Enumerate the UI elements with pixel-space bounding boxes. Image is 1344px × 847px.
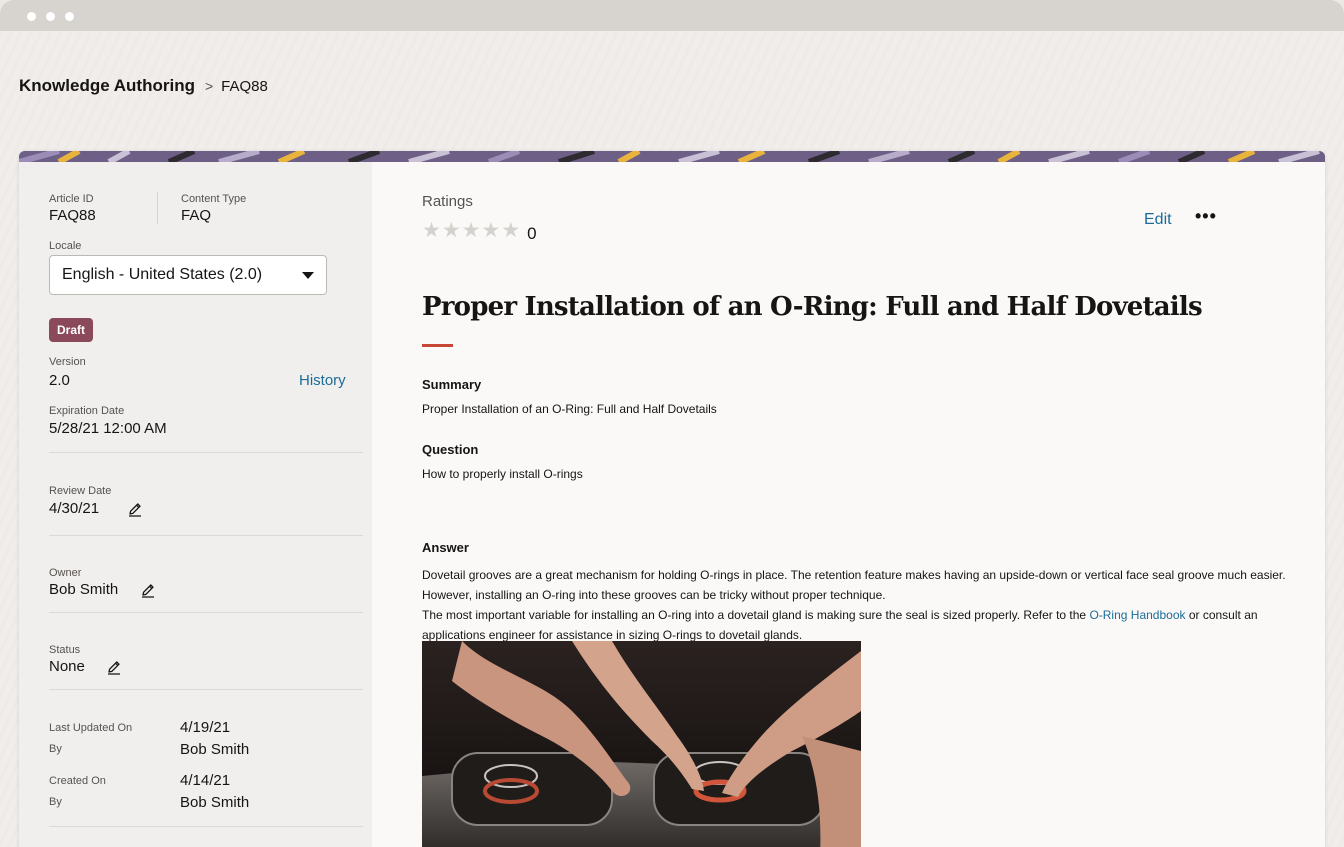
article-card: Article ID FAQ88 Content Type FAQ Locale…	[19, 151, 1325, 847]
rating-stars[interactable]: ★ ★ ★ ★ ★ 0	[422, 218, 537, 244]
rating-count: 0	[527, 224, 537, 243]
breadcrumb: Knowledge Authoring > FAQ88	[19, 76, 268, 96]
review-date-label: Review Date	[49, 485, 112, 497]
summary-text: Proper Installation of an O-Ring: Full a…	[422, 402, 717, 416]
created-by-value: Bob Smith	[180, 794, 250, 811]
edit-pencil-icon[interactable]	[127, 501, 143, 517]
breadcrumb-root-link[interactable]: Knowledge Authoring	[19, 76, 195, 96]
star-icon[interactable]: ★	[501, 220, 520, 242]
status-badge: Draft	[49, 318, 94, 342]
star-icon[interactable]: ★	[442, 220, 461, 242]
history-link[interactable]: History	[299, 372, 346, 389]
expiration-date-value: 5/28/21 12:00 AM	[49, 420, 167, 437]
question-heading: Question	[422, 442, 479, 457]
article-id-value: FAQ88	[49, 207, 96, 224]
locale-label: Locale	[49, 240, 82, 252]
window-dot-icon[interactable]	[46, 12, 55, 21]
title-accent-bar	[422, 344, 453, 347]
created-on-value: 4/14/21	[180, 772, 231, 789]
star-icon[interactable]: ★	[462, 220, 481, 242]
answer-paragraph: The most important variable for installi…	[422, 605, 1292, 645]
section-divider	[49, 535, 363, 536]
last-updated-value: 4/19/21	[180, 719, 231, 736]
decorative-banner	[19, 151, 1325, 162]
oring-installation-image	[422, 641, 861, 847]
locale-select[interactable]: English - United States (2.0)	[49, 255, 327, 295]
owner-value: Bob Smith	[49, 581, 119, 598]
caret-down-icon	[302, 271, 314, 279]
last-updated-label: Last Updated On	[49, 722, 133, 734]
expiration-date-label: Expiration Date	[49, 405, 125, 417]
question-text: How to properly install O-rings	[422, 467, 583, 481]
window-dot-icon[interactable]	[65, 12, 74, 21]
field-divider	[157, 192, 158, 224]
last-updated-by-label: By	[49, 743, 62, 755]
answer-body: Dovetail grooves are a great mechanism f…	[422, 565, 1292, 645]
last-updated-by-value: Bob Smith	[180, 741, 250, 758]
breadcrumb-current: FAQ88	[221, 78, 268, 95]
article-details-panel: Article ID FAQ88 Content Type FAQ Locale…	[19, 162, 372, 847]
version-value: 2.0	[49, 372, 70, 389]
section-divider	[49, 689, 363, 690]
edit-button[interactable]: Edit	[1144, 211, 1172, 229]
more-actions-button[interactable]: •••	[1195, 206, 1217, 227]
star-icon[interactable]: ★	[422, 220, 441, 242]
answer-heading: Answer	[422, 540, 469, 555]
answer-text: The most important variable for installi…	[422, 608, 1090, 622]
created-by-label: By	[49, 796, 62, 808]
version-label: Version	[49, 356, 86, 368]
status-label: Status	[49, 644, 81, 656]
ratings-label: Ratings	[422, 193, 473, 210]
hands-installing-oring-image	[422, 641, 861, 847]
window-dot-icon[interactable]	[27, 12, 36, 21]
banner-pattern-icon	[19, 151, 1325, 162]
section-divider	[49, 452, 363, 453]
edit-pencil-icon[interactable]	[106, 659, 122, 675]
content-type-label: Content Type	[181, 193, 247, 205]
article-id-label: Article ID	[49, 193, 94, 205]
section-divider	[49, 826, 363, 827]
oring-handbook-link[interactable]: O-Ring Handbook	[1089, 608, 1185, 622]
article-title: Proper Installation of an O-Ring: Full a…	[422, 292, 1203, 322]
created-on-label: Created On	[49, 775, 106, 787]
owner-label: Owner	[49, 567, 82, 579]
content-type-value: FAQ	[181, 207, 212, 224]
section-divider	[49, 612, 363, 613]
status-value: None	[49, 658, 85, 675]
summary-heading: Summary	[422, 377, 482, 392]
star-icon[interactable]: ★	[481, 220, 500, 242]
article-content-panel: Ratings ★ ★ ★ ★ ★ 0 Edit ••• Proper Inst…	[372, 162, 1325, 847]
breadcrumb-separator: >	[204, 78, 214, 94]
window-titlebar	[0, 0, 1344, 31]
locale-select-value: English - United States (2.0)	[62, 266, 263, 283]
review-date-value: 4/30/21	[49, 500, 100, 517]
edit-pencil-icon[interactable]	[140, 582, 156, 598]
answer-paragraph: Dovetail grooves are a great mechanism f…	[422, 568, 1286, 602]
